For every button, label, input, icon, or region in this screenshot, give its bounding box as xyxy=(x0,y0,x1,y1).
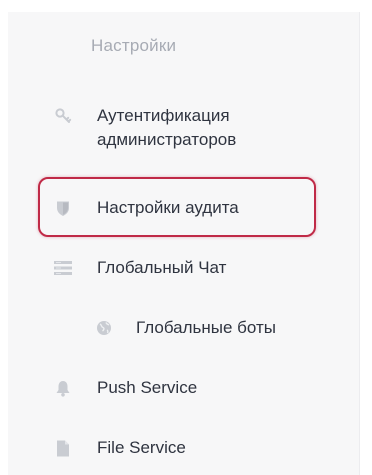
sidebar-item-label: Глобальные боты xyxy=(136,318,277,337)
sidebar-item-label: File Service xyxy=(97,438,186,457)
sidebar-item-push-service[interactable]: Push Service xyxy=(54,376,197,400)
section-title: Настройки xyxy=(91,36,177,55)
sidebar-item-global-chat[interactable]: Глобальный Чат xyxy=(54,256,226,280)
settings-sidebar xyxy=(8,12,360,475)
list-icon xyxy=(54,256,72,280)
sidebar-item-label: Глобальный Чат xyxy=(97,258,227,277)
file-icon xyxy=(54,436,72,460)
shield-icon xyxy=(54,196,72,220)
key-icon xyxy=(54,104,72,128)
sidebar-item-admin-authentication[interactable]: Аутентификация администраторов xyxy=(54,104,236,152)
sidebar-item-label: Push Service xyxy=(97,378,198,397)
bell-icon xyxy=(54,376,72,400)
sidebar-item-global-bots[interactable]: Глобальные боты xyxy=(95,316,276,340)
sidebar-item-label: Аутентификация администраторов xyxy=(97,106,237,149)
globe-icon xyxy=(95,316,113,340)
sidebar-item-file-service[interactable]: File Service xyxy=(54,436,186,460)
sidebar-item-audit-settings[interactable]: Настройки аудита xyxy=(54,196,239,220)
sidebar-item-label: Настройки аудита xyxy=(97,198,239,217)
